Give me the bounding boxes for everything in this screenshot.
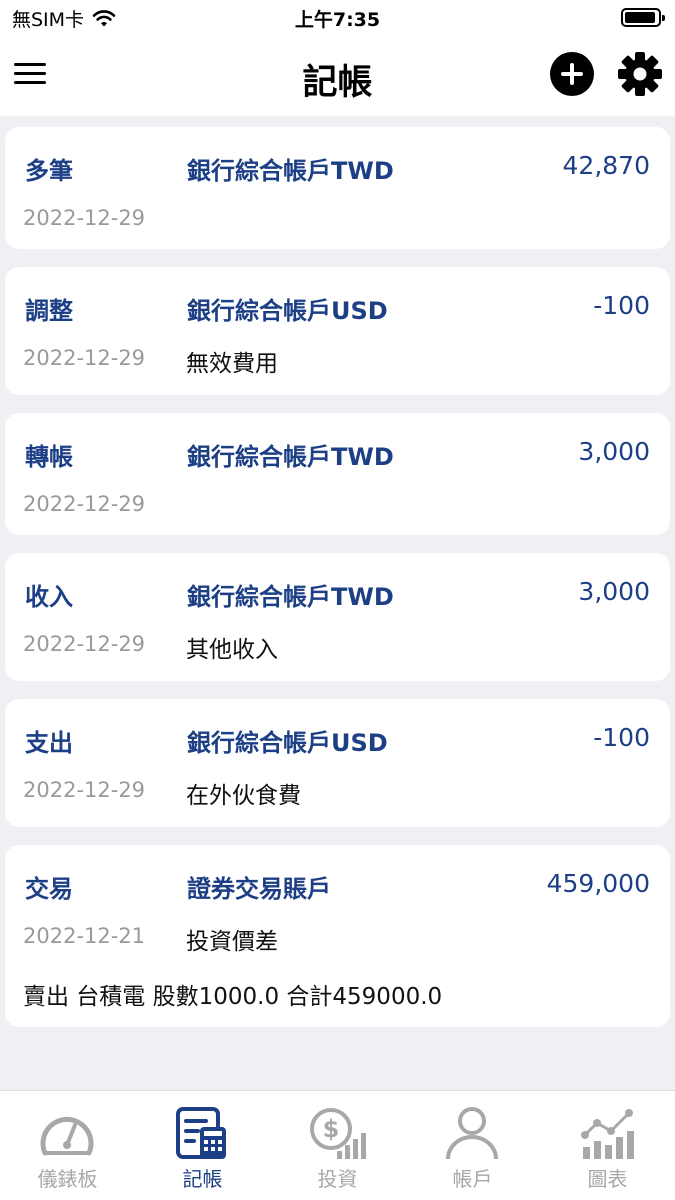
transaction-amount: -100 [593, 291, 650, 320]
transaction-amount: 3,000 [578, 437, 650, 466]
transaction-account: 銀行綜合帳戶TWD [187, 157, 394, 185]
transaction-type: 多筆 [25, 157, 73, 185]
transaction-amount: 3,000 [578, 577, 650, 606]
tab-bar: 儀錶板 記帳 $ 投資 帳戶 圖表 [0, 1090, 675, 1200]
transaction-category: 無效費用 [186, 351, 278, 377]
transaction-type: 轉帳 [25, 443, 73, 471]
svg-text:$: $ [323, 1115, 340, 1143]
dashboard-icon [40, 1116, 94, 1156]
tab-ledger[interactable]: 記帳 [135, 1091, 270, 1200]
transaction-category: 投資價差 [186, 929, 278, 955]
transaction-date: 2022-12-29 [23, 778, 146, 802]
transaction-card[interactable]: 交易 證券交易賬戶 459,000 2022-12-21 投資價差 賣出 台積電… [5, 845, 670, 1027]
transaction-account: 銀行綜合帳戶TWD [187, 443, 394, 471]
transaction-category: 其他收入 [186, 637, 278, 663]
transaction-type: 收入 [25, 583, 73, 611]
transaction-type: 支出 [25, 729, 73, 757]
account-icon [446, 1107, 498, 1160]
transaction-account: 銀行綜合帳戶TWD [187, 583, 394, 611]
tab-label: 投資 [317, 1167, 358, 1191]
status-time: 上午7:35 [294, 9, 381, 31]
tab-account[interactable]: 帳戶 [405, 1091, 540, 1200]
investment-icon: $ [310, 1108, 366, 1159]
transaction-amount: 42,870 [562, 151, 650, 180]
add-icon[interactable] [550, 52, 594, 96]
transaction-account: 銀行綜合帳戶USD [187, 297, 388, 325]
transaction-amount: 459,000 [546, 869, 650, 898]
tab-label: 儀錶板 [37, 1167, 98, 1191]
tab-label: 記帳 [182, 1167, 223, 1191]
transaction-date: 2022-12-29 [23, 492, 146, 516]
transaction-card[interactable]: 支出 銀行綜合帳戶USD -100 2022-12-29 在外伙食費 [5, 699, 670, 827]
tab-chart[interactable]: 圖表 [540, 1091, 675, 1200]
transaction-card[interactable]: 轉帳 銀行綜合帳戶TWD 3,000 2022-12-29 [5, 413, 670, 535]
transaction-account: 證券交易賬戶 [187, 875, 331, 903]
ledger-icon [176, 1107, 226, 1159]
chart-icon [581, 1109, 634, 1159]
tab-label: 圖表 [587, 1167, 628, 1191]
transaction-note: 賣出 台積電 股數1000.0 合計459000.0 [23, 984, 443, 1010]
transaction-date: 2022-12-29 [23, 632, 146, 656]
transaction-card[interactable]: 多筆 銀行綜合帳戶TWD 42,870 2022-12-29 [5, 127, 670, 249]
transaction-type: 交易 [25, 875, 73, 903]
transaction-type: 調整 [25, 297, 73, 325]
tab-dashboard[interactable]: 儀錶板 [0, 1091, 135, 1200]
gear-icon[interactable] [616, 50, 664, 98]
transaction-card[interactable]: 收入 銀行綜合帳戶TWD 3,000 2022-12-29 其他收入 [5, 553, 670, 681]
transaction-date: 2022-12-29 [23, 346, 146, 370]
status-bar: 無SIM卡 上午7:35 [0, 0, 675, 36]
tab-label: 帳戶 [452, 1167, 493, 1191]
transaction-account: 銀行綜合帳戶USD [187, 729, 388, 757]
battery-level [625, 12, 655, 23]
tab-investment[interactable]: $ 投資 [270, 1091, 405, 1200]
transaction-date: 2022-12-21 [23, 924, 146, 948]
battery-icon [621, 8, 665, 27]
app-screen: 無SIM卡 上午7:35 記帳 多筆 銀行綜合帳戶TWD 42,870 2022… [0, 0, 675, 1200]
transaction-card[interactable]: 調整 銀行綜合帳戶USD -100 2022-12-29 無效費用 [5, 267, 670, 395]
nav-bar: 記帳 [0, 36, 675, 116]
transaction-amount: -100 [593, 723, 650, 752]
transaction-date: 2022-12-29 [23, 206, 146, 230]
transaction-category: 在外伙食費 [186, 783, 301, 809]
